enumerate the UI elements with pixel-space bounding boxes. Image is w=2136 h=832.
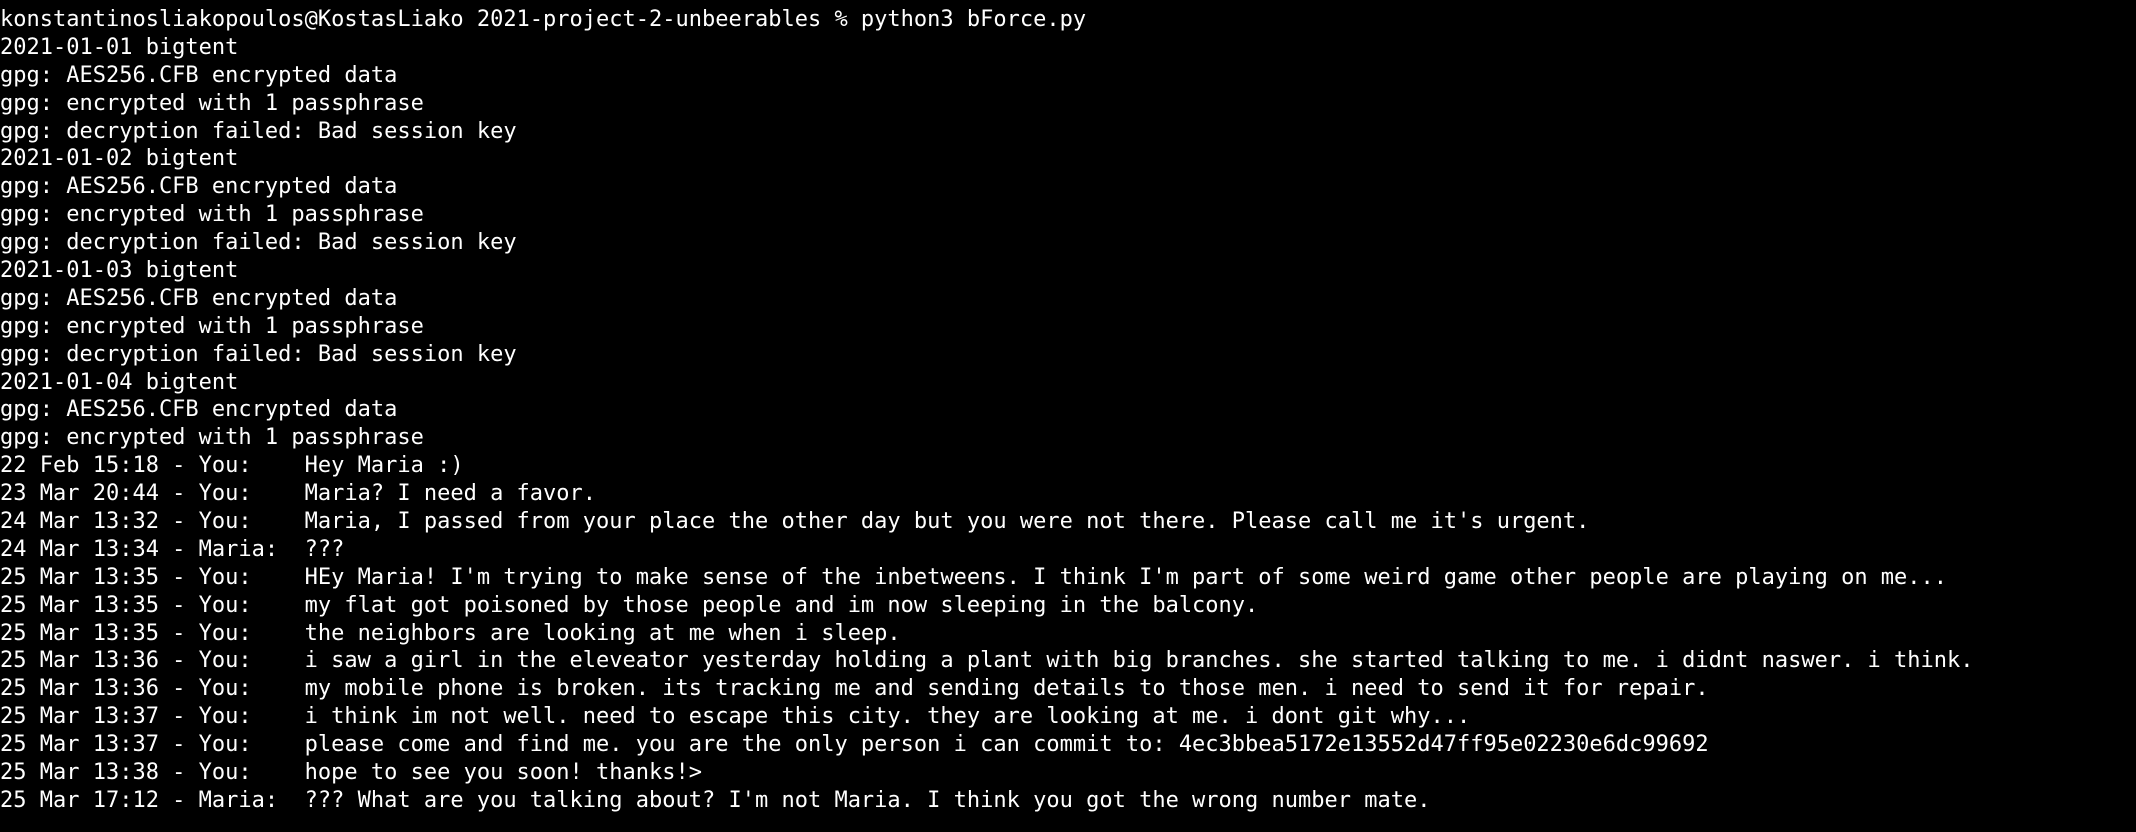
chat-line: 24 Mar 13:32 - You: Maria, I passed from…	[0, 509, 1590, 535]
terminal-line: gpg: AES256.CFB encrypted data	[0, 174, 398, 200]
chat-line: 25 Mar 17:12 - Maria: ??? What are you t…	[0, 787, 1431, 813]
terminal-line: 2021-01-03 bigtent	[0, 258, 239, 284]
terminal-line: gpg: AES256.CFB encrypted data	[0, 397, 398, 423]
terminal-line: gpg: AES256.CFB encrypted data	[0, 62, 398, 88]
chat-line: 24 Mar 13:34 - Maria: ???	[0, 536, 345, 562]
chat-line: 25 Mar 13:35 - You: my flat got poisoned…	[0, 592, 1259, 618]
terminal-line: 2021-01-04 bigtent	[0, 369, 239, 395]
chat-line: 25 Mar 13:36 - You: i saw a girl in the …	[0, 648, 1974, 674]
terminal-line: gpg: decryption failed: Bad session key	[0, 230, 517, 256]
chat-line: 25 Mar 13:37 - You: please come and find…	[0, 732, 1709, 758]
terminal-line: gpg: decryption failed: Bad session key	[0, 118, 517, 144]
terminal-line: gpg: encrypted with 1 passphrase	[0, 202, 424, 228]
terminal-line: gpg: decryption failed: Bad session key	[0, 341, 517, 367]
terminal-window[interactable]: konstantinosliakopoulos@KostasLiako 2021…	[0, 0, 2136, 832]
chat-line: 25 Mar 13:37 - You: i think im not well.…	[0, 704, 1471, 730]
terminal-line: gpg: encrypted with 1 passphrase	[0, 425, 424, 451]
chat-line: 25 Mar 13:35 - You: HEy Maria! I'm tryin…	[0, 564, 1948, 590]
terminal-line: gpg: AES256.CFB encrypted data	[0, 285, 398, 311]
terminal-line: gpg: encrypted with 1 passphrase	[0, 313, 424, 339]
terminal-line: gpg: encrypted with 1 passphrase	[0, 90, 424, 116]
chat-line: 25 Mar 13:38 - You: hope to see you soon…	[0, 760, 702, 786]
terminal-line-prompt: konstantinosliakopoulos@KostasLiako 2021…	[0, 7, 1087, 32]
chat-line: 25 Mar 13:35 - You: the neighbors are lo…	[0, 620, 901, 646]
terminal-line: 2021-01-02 bigtent	[0, 146, 239, 172]
terminal-line: 2021-01-01 bigtent	[0, 34, 239, 60]
chat-line: 25 Mar 13:36 - You: my mobile phone is b…	[0, 676, 1709, 702]
chat-line: 23 Mar 20:44 - You: Maria? I need a favo…	[0, 481, 597, 507]
chat-line: 22 Feb 15:18 - You: Hey Maria :)	[0, 453, 464, 479]
